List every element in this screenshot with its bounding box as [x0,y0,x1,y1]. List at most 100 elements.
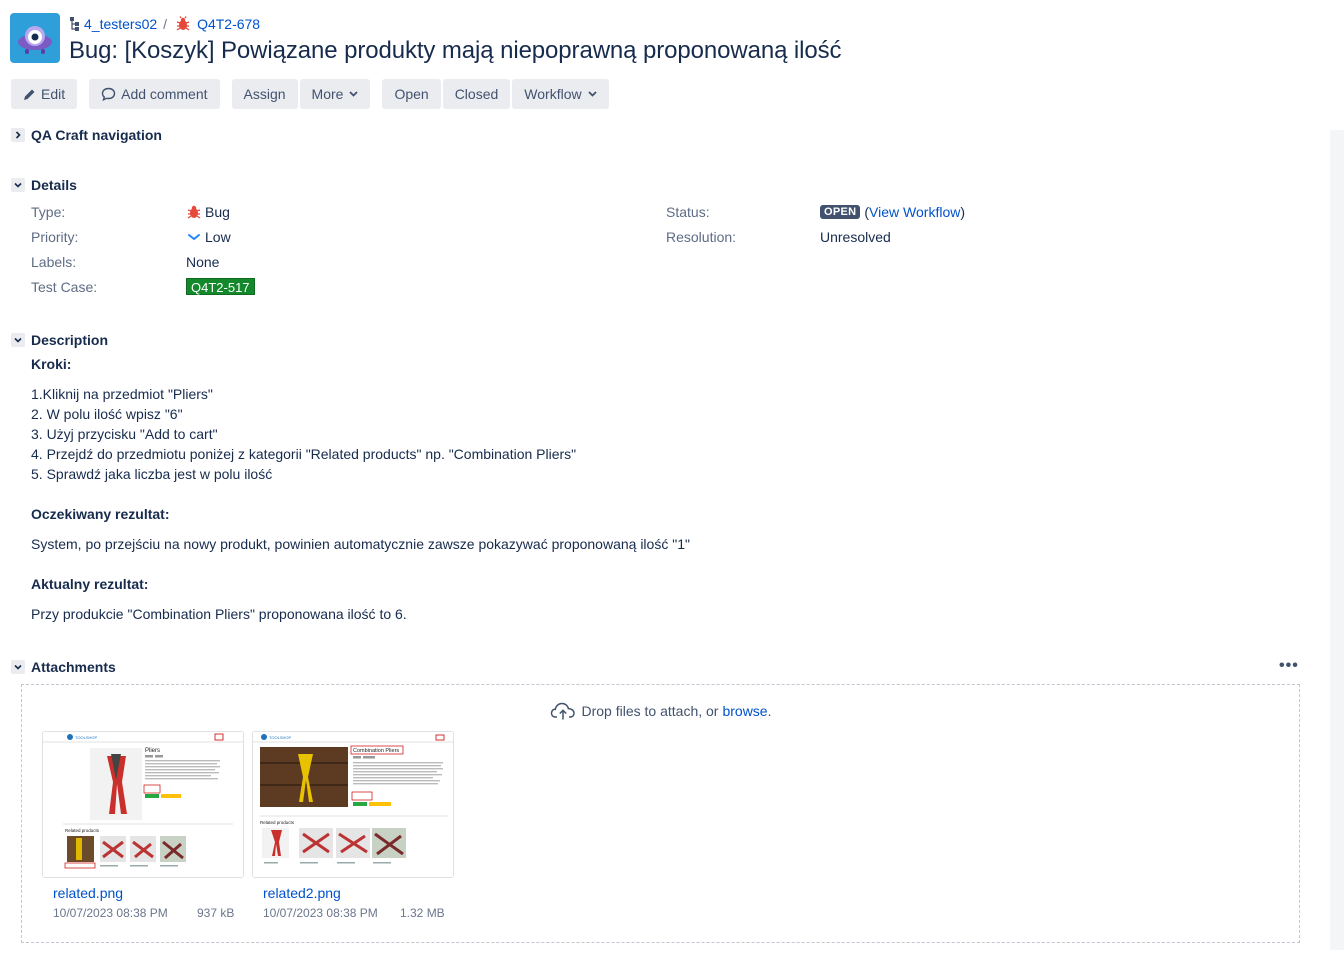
type-value: Bug [186,204,230,220]
resolution-label: Resolution: [666,229,737,245]
expected-text: System, po przejściu na nowy produkt, po… [31,536,690,552]
type-label: Type: [31,204,66,220]
edit-button[interactable]: Edit [11,79,78,109]
attachment-size: 1.32 MB [400,906,445,920]
scrollbar[interactable] [1330,130,1344,950]
breadcrumb-separator: / [163,16,168,32]
chevron-down-icon [349,91,359,97]
breadcrumb-project[interactable]: 4_testers02 [69,16,157,32]
testcase-label: Test Case: [31,279,98,295]
attachment-name-link[interactable]: related.png [53,885,123,901]
description-section-toggle[interactable]: Description [11,332,108,348]
more-button-label: More [311,86,344,102]
step-2: 2. W polu ilość wpisz "6" [31,406,183,422]
resolution-field: Resolution: [666,229,736,245]
assign-button-label: Assign [243,86,286,102]
priority-low-icon [188,234,200,241]
attachment-date: 10/07/2023 08:38 PM [53,906,168,920]
resolution-value: Unresolved [820,229,891,245]
attachments-section-toggle[interactable]: Attachments [11,659,116,675]
breadcrumb: 4_testers02 / Q4T2-678 [69,13,841,35]
priority-value-text: Low [205,229,231,245]
more-button[interactable]: More [299,79,371,109]
breadcrumb-issue-key[interactable]: Q4T2-678 [175,16,260,32]
step-1: 1.Kliknij na przedmiot "Pliers" [31,386,213,402]
breadcrumb-project-label: 4_testers02 [84,16,158,32]
steps-heading: Kroki: [31,356,72,372]
pencil-icon [24,89,35,100]
description-section-title: Description [31,332,109,348]
actual-heading: Aktualny rezultat: [31,576,149,592]
attachment-thumbnail[interactable]: TOOLSHOP Combination Pliers Related prod… [252,731,454,878]
priority-field: Priority: [31,229,78,245]
browse-link[interactable]: browse [722,703,767,719]
open-transition-button[interactable]: Open [382,79,441,109]
cloud-upload-icon [550,702,575,720]
attachments-section-title: Attachments [31,659,116,675]
attachment-date: 10/07/2023 08:38 PM [263,906,378,920]
svg-text:Related products: Related products [260,820,295,825]
attachment-size: 937 kB [197,906,235,920]
screenshot-preview: TOOLSHOP Pliers Related products [43,732,243,877]
chevron-right-icon [11,128,25,142]
svg-text:TOOLSHOP: TOOLSHOP [75,735,97,740]
ufo-icon [18,26,52,54]
actual-text: Przy produkcie "Combination Pliers" prop… [31,606,407,622]
chevron-down-icon [11,178,25,192]
view-workflow-link[interactable]: View Workflow [869,204,960,220]
chevron-down-icon [11,660,25,674]
attachment-dropzone[interactable]: Drop files to attach, or browse. TOOLSHO… [21,684,1300,943]
workflow-button-label: Workflow [524,86,582,102]
type-field: Type: [31,204,65,220]
svg-text:Related products: Related products [65,828,100,833]
svg-text:TOOLSHOP: TOOLSHOP [269,735,291,740]
bug-icon [176,16,190,31]
closed-transition-label: Closed [454,86,499,102]
attachments-more-button[interactable]: ••• [1279,657,1299,675]
step-4: 4. Przejdź do przedmiotu poniżej z kateg… [31,446,577,462]
labels-value-text: None [186,254,220,270]
navigation-section-title: QA Craft navigation [31,127,162,143]
bug-icon [187,205,201,219]
labels-label: Labels: [31,254,77,270]
navigation-section-toggle[interactable]: QA Craft navigation [11,127,162,143]
details-section-title: Details [31,177,77,193]
issue-header: 4_testers02 / Q4T2-678 Bug: [Koszyk] Pow… [10,13,842,65]
add-comment-button[interactable]: Add comment [89,79,220,109]
open-transition-label: Open [394,86,429,102]
add-comment-button-label: Add comment [121,86,208,102]
svg-text:Combination Pliers: Combination Pliers [353,748,399,754]
testcase-value: Q4T2-517 [186,278,255,295]
labels-field: Labels: [31,254,76,270]
priority-label: Priority: [31,229,79,245]
assign-button[interactable]: Assign [231,79,298,109]
project-avatar[interactable] [10,13,60,63]
drop-text-label: Drop files to attach, or [581,703,719,719]
status-field: Status: [666,204,710,220]
edit-button-label: Edit [41,86,66,102]
drop-text: Drop files to attach, or browse. [22,701,1299,721]
page-title: Bug: [Koszyk] Powiązane produkty mają ni… [69,37,842,64]
closed-transition-button[interactable]: Closed [442,79,511,109]
workflow-button[interactable]: Workflow [512,79,609,109]
step-3: 3. Użyj przycisku "Add to cart" [31,426,218,442]
details-section-toggle[interactable]: Details [11,177,77,193]
chevron-down-icon [587,91,597,97]
status-value: OPEN (View Workflow) [820,204,965,220]
step-5: 5. Sprawdź jaka liczba jest w polu ilość [31,466,273,482]
status-label: Status: [666,204,710,220]
resolution-value-text: Unresolved [820,229,891,245]
svg-text:Pliers: Pliers [145,748,160,754]
hierarchy-icon [70,17,79,31]
attachment-name-link[interactable]: related2.png [263,885,341,901]
attachment-thumbnail[interactable]: TOOLSHOP Pliers Related products [42,731,244,878]
type-value-text: Bug [205,204,230,220]
comment-icon [101,87,116,101]
testcase-link[interactable]: Q4T2-517 [186,278,255,295]
breadcrumb-issue-key-label: Q4T2-678 [197,16,261,32]
screenshot-preview: TOOLSHOP Combination Pliers Related prod… [253,732,453,877]
chevron-down-icon [11,333,25,347]
browse-suffix: . [767,703,772,719]
priority-value: Low [186,229,231,245]
issue-toolbar: Edit Add comment Assign More Open Closed [11,79,621,109]
